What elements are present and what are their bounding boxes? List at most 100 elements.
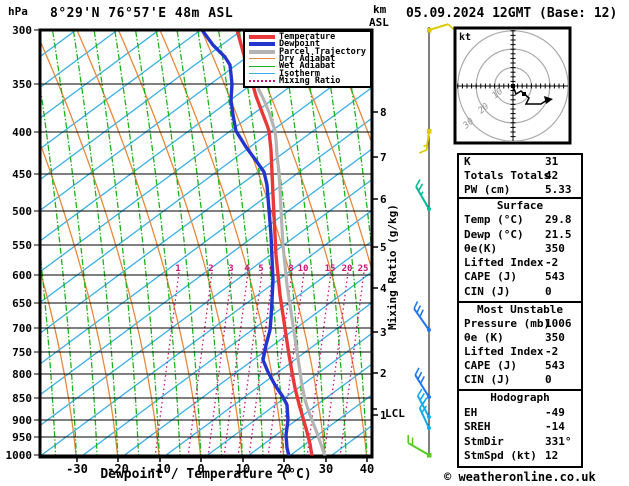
wind-barb-feather (416, 305, 422, 314)
wind-barb-base-dot (427, 28, 432, 33)
table-row: CAPE (J) 543 (459, 270, 581, 284)
wind-barb-feather (413, 301, 419, 310)
wind-barb-half-feather (420, 191, 424, 196)
pressure-tick-label: 550 (12, 239, 32, 252)
table-row-value: -2 (545, 256, 559, 270)
pressure-tick-label: 900 (12, 414, 32, 427)
wind-barb-base-dot (427, 129, 432, 134)
wind-barb-feather (417, 183, 424, 192)
table-row: Totals Totals 42 (459, 169, 581, 183)
dry-adiabat-line (76, 31, 202, 456)
legend-entry-label: Mixing Ratio (279, 75, 341, 86)
table-row-label: Temp (°C) (464, 213, 524, 227)
wind-barb-base-dot (427, 207, 431, 211)
legend-line-swatch (249, 35, 275, 39)
hodograph-panel: 102030kt (453, 26, 572, 145)
skewt-sounding-screenshot: hPa 8°29'N 76°57'E 48m ASL km ASL 05.09.… (0, 0, 629, 486)
hodograph-unit-label: kt (459, 32, 471, 43)
wind-barb (419, 129, 432, 154)
legend-line-swatch (249, 79, 275, 82)
table-row-label: CAPE (J) (464, 359, 517, 372)
wind-barb-feather (415, 179, 421, 187)
table-row-value: -49 (545, 405, 565, 419)
table-row-value: 21.5 (545, 227, 572, 241)
table-row-value: 350 (545, 241, 565, 255)
table-row: StmDir 331° (459, 435, 581, 450)
hodograph-table: Hodograph EH -49 SREH -14 StmDir 331° StmSpd (k… (457, 391, 583, 468)
altitude-km-tick-label: 2 (380, 367, 387, 380)
table-row-value: 42 (545, 169, 559, 182)
dry-adiabat-line (201, 31, 326, 456)
table-row-label: Pressure (mb) (464, 317, 551, 330)
altitude-km-tick-label: 8 (380, 106, 387, 119)
wind-barb-feather (419, 375, 425, 384)
table-row-label: PW (cm) (464, 183, 511, 196)
table-row-value: 350 (545, 331, 565, 344)
mixing-ratio-value-label: 3 (228, 264, 233, 274)
table-row-label: EH (464, 405, 478, 419)
pressure-tick-label: 400 (12, 126, 32, 139)
pressure-tick-label: 300 (12, 24, 32, 37)
table-row: Dewp (°C) 21.5 (459, 228, 581, 242)
pressure-tick-label: 700 (12, 322, 32, 335)
legend-line-swatch (249, 58, 275, 60)
wind-barb (413, 301, 431, 332)
watermark: © weatheronline.co.uk (444, 470, 596, 484)
pressure-tick-label: 1000 (6, 449, 33, 462)
legend-line-swatch (249, 73, 275, 75)
table-row-label: Lifted Index (464, 256, 544, 270)
table-row: Lifted Index -2 (459, 345, 581, 359)
mixing-ratio-value-label: 5 (258, 264, 263, 274)
wind-barb-staff (414, 374, 430, 398)
table-row: θe (K) 350 (459, 331, 581, 345)
table-row-label: Totals Totals (464, 169, 551, 182)
table-row: EH -49 (459, 406, 581, 421)
wind-barb-staff (428, 23, 449, 31)
lcl-label: LCL (385, 407, 405, 420)
pressure-tick-label: 750 (12, 346, 32, 359)
wet-adiabat-line (197, 31, 243, 456)
isotherm-line (41, 31, 367, 272)
mixing-ratio-line (339, 271, 365, 456)
dry-adiabat-line (41, 41, 160, 456)
wet-adiabat-line (72, 31, 119, 456)
pressure-tick-label: 950 (12, 431, 32, 444)
hodograph-dot (511, 84, 515, 88)
wet-adiabat-line (321, 31, 368, 456)
wind-barb-base-dot (427, 453, 432, 458)
table-section-header: Surface (496, 199, 544, 212)
pressure-tick-label: 500 (12, 205, 32, 218)
hodograph-ring-label: 10 (491, 87, 506, 102)
table-row: Lifted Index -2 (459, 256, 581, 270)
x-axis-label: Dewpoint / Temperature (°C) (100, 467, 312, 482)
mixing-ratio-value-label: 15 (325, 264, 336, 274)
hodograph-ring-label: 30 (461, 117, 477, 132)
table-row: PW (cm) 5.33 (459, 183, 581, 197)
mixing-ratio-line (237, 271, 263, 456)
table-row-label: K (464, 155, 471, 168)
table-row-value: 5.33 (545, 183, 572, 196)
table-row: θe(K) 350 (459, 242, 581, 256)
wet-adiabat-line (114, 31, 160, 456)
mixing-ratio-value-label: 8 (288, 264, 293, 274)
dry-adiabat-line (159, 31, 285, 456)
mixing-ratio-value-label: 2 (208, 264, 213, 274)
table-row-label: θe (K) (464, 331, 504, 344)
table-row: Pressure (mb) 1006 (459, 317, 581, 331)
table-row: CAPE (J) 543 (459, 359, 581, 373)
wind-barb-feather (447, 23, 455, 31)
most-unstable-table: Most Unstable Pressure (mb) 1006 θe (K) 350 L… (457, 303, 583, 391)
wet-adiabat-line (155, 31, 202, 456)
legend-entry: Mixing Ratio (245, 75, 370, 86)
table-row-label: Dewp (°C) (464, 227, 524, 241)
table-row-value: 543 (545, 359, 565, 372)
temperature-tick-label: 40 (360, 462, 374, 476)
table-row-value: 0 (545, 373, 552, 386)
table-row-value: 0 (545, 284, 552, 298)
mixing-ratio-value-label: 25 (358, 264, 369, 274)
wind-barb-feather (419, 149, 427, 154)
table-row-label: θe(K) (464, 241, 498, 255)
altitude-km-tick-label: 7 (380, 151, 387, 164)
table-row: CIN (J) 0 (459, 285, 581, 299)
table-row: SREH -14 (459, 420, 581, 435)
